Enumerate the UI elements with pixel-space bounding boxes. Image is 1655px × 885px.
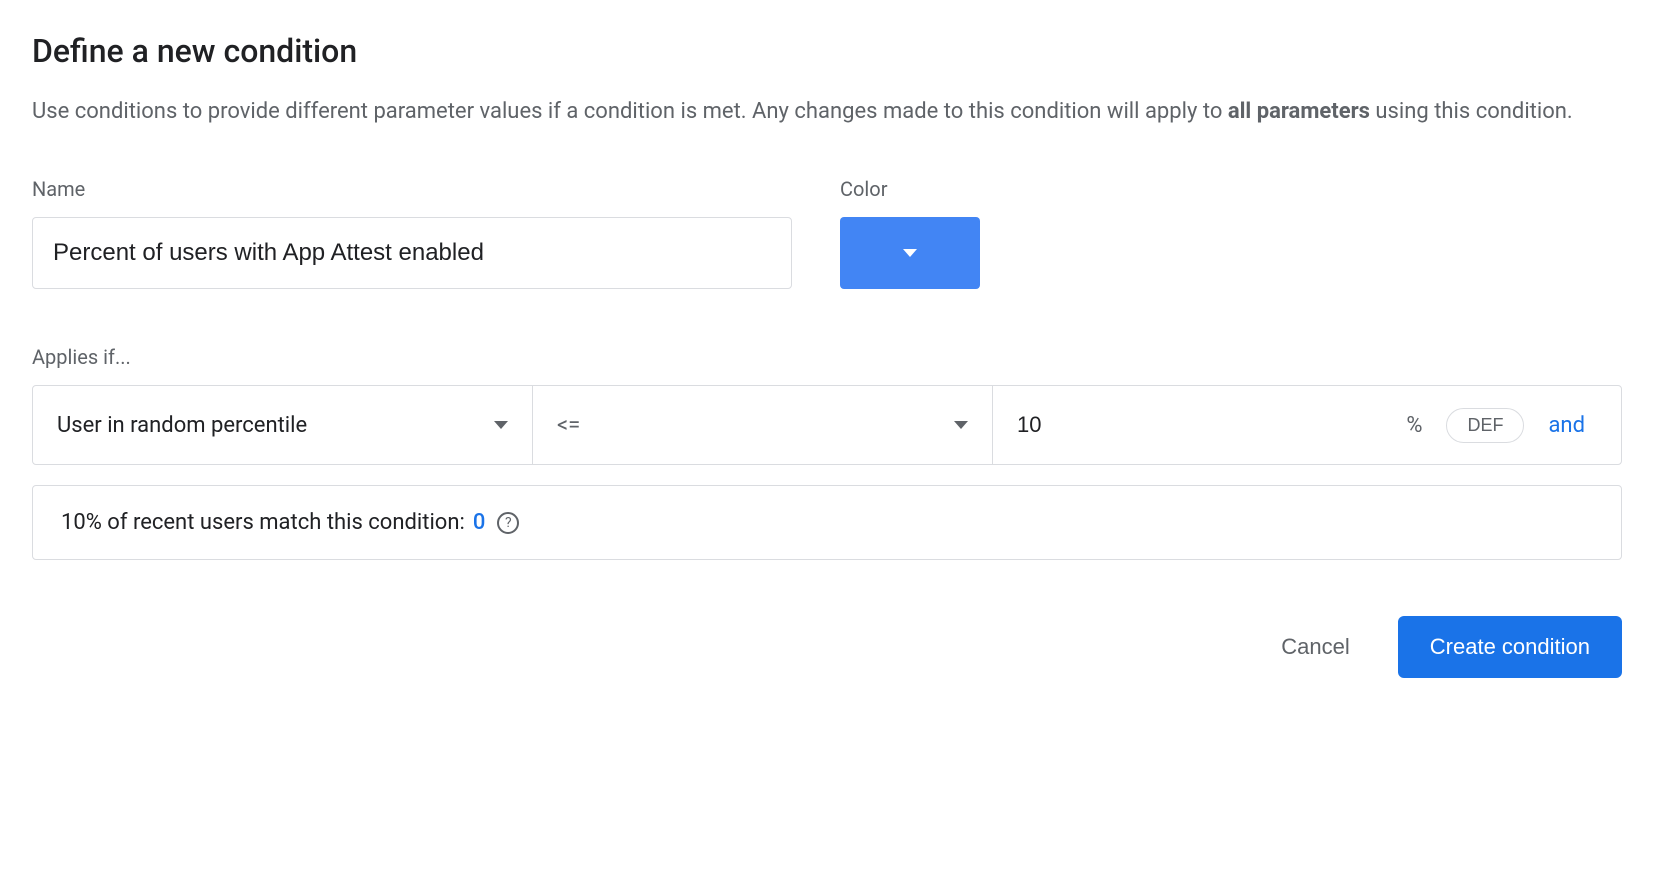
help-icon[interactable]: ? <box>497 512 519 534</box>
name-input[interactable] <box>32 217 792 289</box>
def-chip[interactable]: DEF <box>1446 408 1524 443</box>
rule-value-input[interactable] <box>1017 412 1117 438</box>
color-picker-button[interactable] <box>840 217 980 289</box>
create-condition-button[interactable]: Create condition <box>1398 616 1622 678</box>
match-count: 0 <box>473 510 486 535</box>
match-text: 10% of recent users match this condition… <box>61 510 465 535</box>
page-title: Define a new condition <box>32 32 1622 70</box>
match-info-box: 10% of recent users match this condition… <box>32 485 1622 560</box>
rule-operator-dropdown[interactable]: <= <box>533 386 993 464</box>
name-label: Name <box>32 177 792 201</box>
rule-type-text: User in random percentile <box>57 413 307 438</box>
rule-type-dropdown[interactable]: User in random percentile <box>33 386 533 464</box>
rule-operator-text: <= <box>557 413 580 438</box>
cancel-button[interactable]: Cancel <box>1257 618 1373 676</box>
rule-row: User in random percentile <= % DEF and <box>32 385 1622 465</box>
caret-down-icon <box>903 249 917 257</box>
caret-down-icon <box>494 421 508 429</box>
color-label: Color <box>840 177 980 201</box>
and-button[interactable]: and <box>1548 413 1585 438</box>
applies-if-label: Applies if... <box>32 345 1622 369</box>
description-text: Use conditions to provide different para… <box>32 94 1622 129</box>
percent-unit: % <box>1406 413 1422 438</box>
caret-down-icon <box>954 421 968 429</box>
